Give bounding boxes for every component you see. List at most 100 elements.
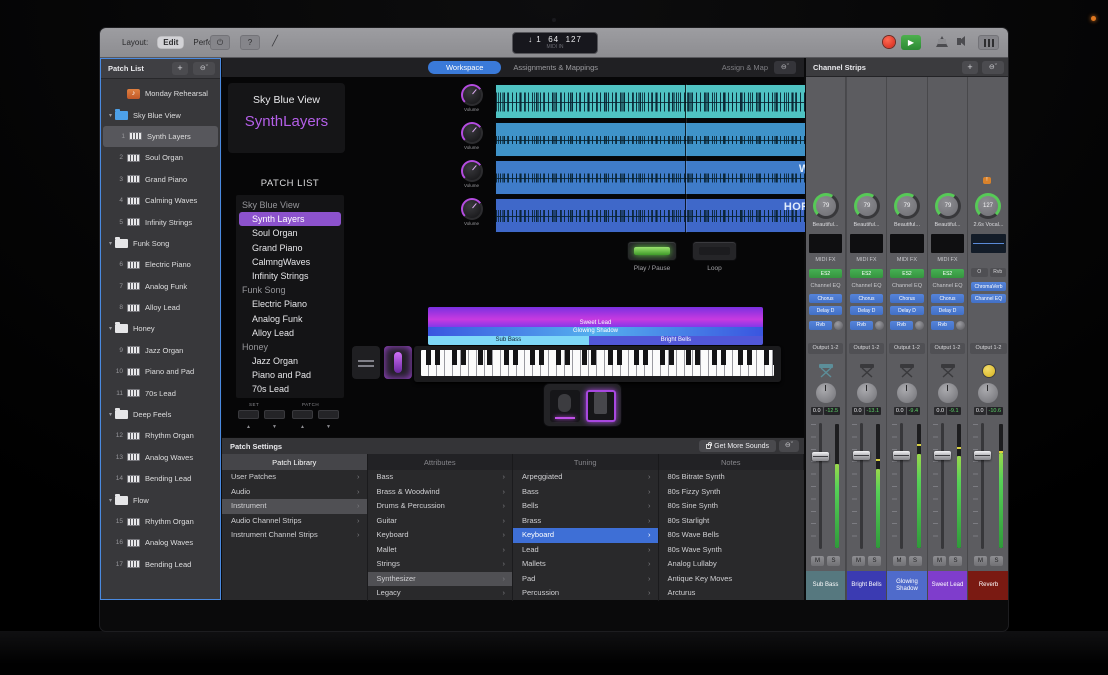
library-item[interactable]: Drums & Percussion› (368, 499, 513, 514)
strip-name-label[interactable]: Sub Bass (806, 571, 845, 600)
eq-thumbnail[interactable] (890, 234, 924, 253)
patch-row[interactable]: 2Soul Organ (101, 147, 220, 168)
eq-thumbnail[interactable] (931, 234, 964, 253)
tab-assignments-mappings[interactable]: Assignments & Mappings (513, 63, 598, 72)
library-item[interactable]: 80s Bitrate Synth (659, 470, 805, 485)
help-button[interactable]: ? (240, 35, 260, 50)
instrument-slot[interactable]: ES2 (850, 269, 883, 278)
library-item[interactable]: Analog Lullaby (659, 557, 805, 572)
pan-knob[interactable] (897, 383, 917, 403)
patch-list-action-menu[interactable]: ⊖ˇ (193, 62, 215, 75)
disclosure-icon[interactable]: ▾ (101, 497, 115, 504)
audio-fx-slot[interactable]: Chorus (890, 294, 924, 303)
panic-button[interactable]: ⏻ (210, 35, 230, 50)
list-item[interactable]: Alloy Lead (236, 326, 344, 340)
record-button[interactable] (883, 36, 895, 48)
library-item[interactable]: Instrument› (222, 499, 367, 514)
library-item[interactable]: Brass & Woodwind› (368, 485, 513, 500)
audio-fx-slot[interactable]: Delay D (890, 306, 924, 315)
patch-row[interactable]: 10Piano and Pad (101, 361, 220, 382)
library-item[interactable]: Audio› (222, 485, 367, 500)
tuner-icon[interactable]: ╱ (272, 36, 278, 47)
patch-row[interactable]: 5Infinity Strings (101, 211, 220, 232)
mod-wheel[interactable] (384, 346, 412, 379)
send-slot[interactable]: Rvb (809, 320, 843, 330)
solo-button[interactable]: S (909, 556, 922, 566)
master-mute-icon[interactable] (957, 38, 961, 45)
assign-map-button[interactable]: Assign & Map (722, 63, 768, 72)
mute-button[interactable]: M (852, 556, 865, 566)
workspace-action-menu[interactable]: ⊖ˇ (774, 61, 796, 74)
patch-row[interactable]: 16Analog Waves (101, 532, 220, 553)
library-item[interactable]: Brass› (513, 514, 658, 529)
layout-mode-button[interactable]: Layout: (116, 36, 154, 49)
audio-fx-slot[interactable]: Chorus (809, 294, 842, 303)
smart-knob[interactable]: 79 (935, 193, 961, 219)
channel-strips-action-menu[interactable]: ⊖ˇ (982, 61, 1004, 74)
solo-button[interactable]: S (990, 556, 1003, 566)
eq-thumbnail[interactable] (971, 234, 1006, 253)
library-item[interactable]: 80s Wave Synth (659, 543, 805, 558)
library-item[interactable]: Keyboard› (368, 528, 513, 543)
zone-sub-bass[interactable]: Sub Bass (428, 336, 589, 345)
send-knob[interactable] (956, 321, 965, 330)
output-slot[interactable]: Output 1-2 (889, 343, 925, 354)
library-item[interactable]: Guitar› (368, 514, 513, 529)
audio-fx-slot[interactable]: Channel EQ (928, 283, 967, 289)
strip-name-label[interactable]: Glowing Shadow (887, 571, 927, 600)
tab-workspace[interactable]: Workspace (428, 61, 501, 74)
fader[interactable] (847, 421, 886, 551)
set-row[interactable]: ▾Funk Song (101, 233, 220, 254)
library-item[interactable]: Legacy› (368, 586, 513, 601)
output-slot[interactable]: Output 1-2 (930, 343, 965, 354)
patch-row[interactable]: 17Bending Lead (101, 554, 220, 575)
list-item[interactable]: Analog Funk (236, 312, 344, 326)
play-button[interactable]: ▶ (901, 35, 921, 50)
audio-fx-slot[interactable]: Channel EQ (847, 283, 886, 289)
strip-name-label[interactable]: Sweet Lead (928, 571, 967, 600)
mute-button[interactable]: M (933, 556, 946, 566)
concert-row[interactable]: ♪Monday Rehearsal (101, 83, 220, 104)
pitch-wheel[interactable] (352, 346, 380, 379)
set-row[interactable]: ▾Sky Blue View (101, 104, 220, 125)
patch-row[interactable]: 13Analog Waves (101, 447, 220, 468)
library-item[interactable]: 80s Sine Synth (659, 499, 805, 514)
fader-cap[interactable] (812, 452, 829, 461)
loop-button[interactable] (692, 241, 737, 261)
pan-knob[interactable] (816, 383, 836, 403)
volume-value[interactable]: 0.0 (974, 407, 986, 415)
output-slot[interactable]: Output 1-2 (808, 343, 843, 354)
volume-value[interactable]: 0.0 (811, 407, 823, 415)
send-slot[interactable]: Rvb (850, 320, 884, 330)
volume-knob[interactable]: Volume (450, 84, 493, 112)
fader-cap[interactable] (853, 451, 870, 460)
list-item[interactable]: Piano and Pad (236, 368, 344, 382)
eq-thumbnail[interactable] (850, 234, 883, 253)
patch-row[interactable]: 8Alloy Lead (101, 297, 220, 318)
audio-fx-slot[interactable]: Delay D (850, 306, 883, 315)
play-pause-button[interactable] (627, 241, 677, 261)
library-item[interactable]: Arcturus (659, 586, 805, 601)
tab-attributes[interactable]: Attributes (368, 454, 514, 470)
set-row[interactable]: ▾Honey (101, 318, 220, 339)
library-item[interactable]: Synthesizer› (368, 572, 513, 587)
expression-pedal[interactable] (550, 390, 580, 422)
smart-knob[interactable]: 127 (975, 193, 1001, 219)
disclosure-icon[interactable]: ▾ (101, 411, 115, 418)
sustain-pedal[interactable] (586, 390, 616, 422)
audio-fx-slot[interactable]: Chorus (850, 294, 883, 303)
channel-strip-view-button[interactable] (978, 35, 999, 50)
patch-row[interactable]: 4Calming Waves (101, 190, 220, 211)
disclosure-icon[interactable]: ▾ (101, 112, 115, 119)
fader-cap[interactable] (974, 451, 991, 460)
list-item[interactable]: Electric Piano (236, 297, 344, 311)
playhead[interactable] (685, 84, 686, 233)
add-patch-button[interactable]: + (172, 62, 188, 75)
library-item[interactable]: Bells› (513, 499, 658, 514)
instrument-slot[interactable]: ES2 (931, 269, 964, 278)
volume-knob[interactable]: Volume (450, 198, 493, 226)
volume-knob[interactable]: Volume (450, 160, 493, 188)
library-item[interactable]: Strings› (368, 557, 513, 572)
output-slot[interactable]: Output 1-2 (849, 343, 884, 354)
library-item[interactable]: User Patches› (222, 470, 367, 485)
